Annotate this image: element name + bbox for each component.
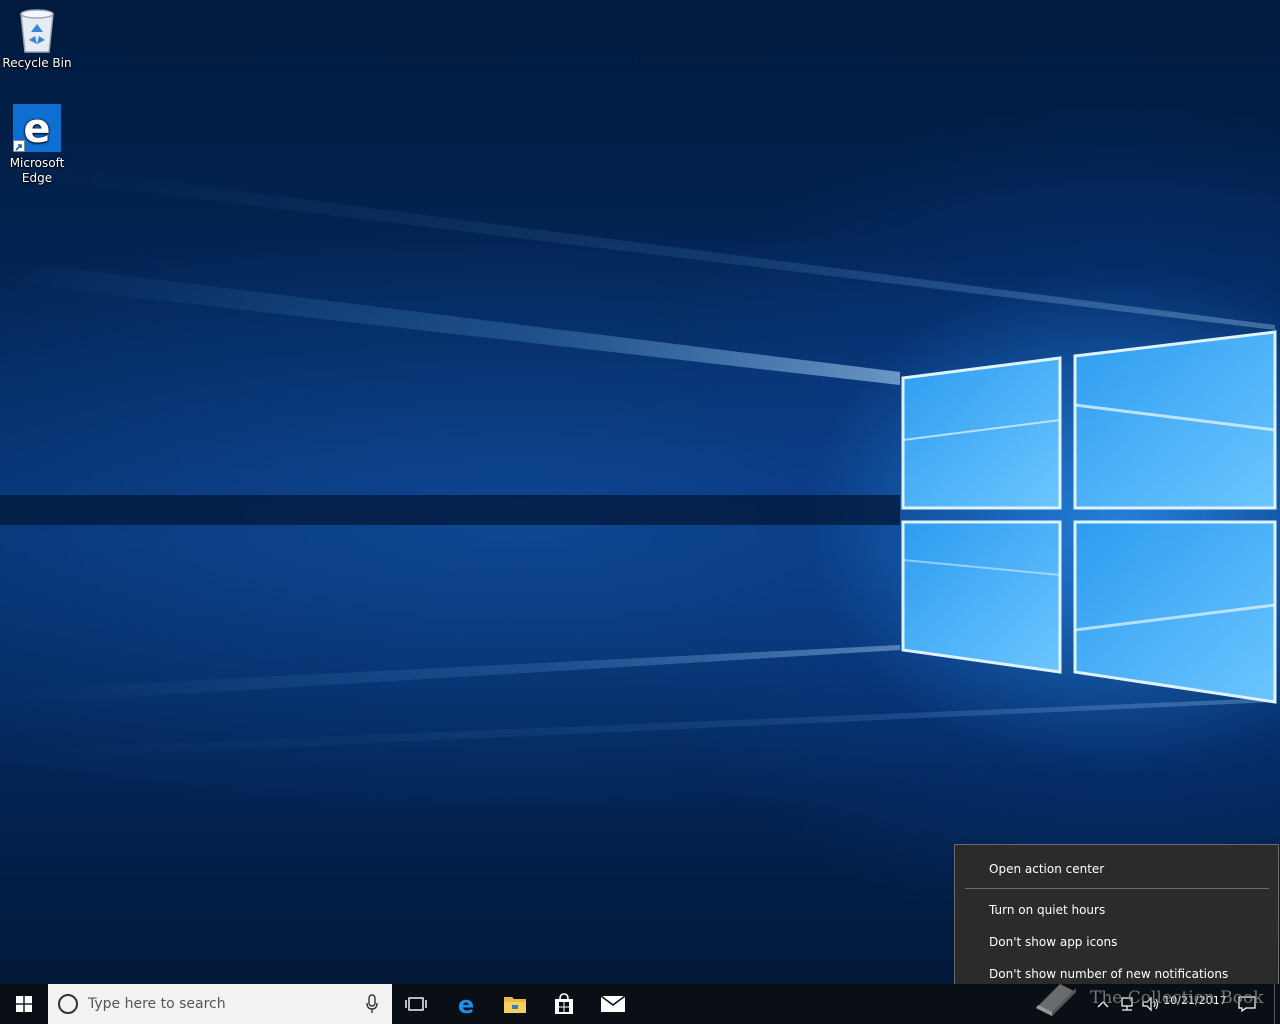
mail-icon (600, 995, 626, 1012)
desktop-icon-recycle-bin[interactable]: Recycle Bin (0, 6, 74, 71)
taskbar-mail-button[interactable] (589, 984, 637, 1024)
desktop-icon-label: Recycle Bin (2, 56, 72, 70)
chevron-up-icon (1097, 1001, 1109, 1008)
windows-logo-light-rays (0, 160, 1277, 760)
volume-icon (1142, 996, 1159, 1012)
notification-context-menu: Open action center Turn on quiet hours D… (954, 844, 1279, 999)
taskbar-clock[interactable]: 10/21/2017 (1160, 984, 1230, 1024)
show-hidden-icons-button[interactable] (1092, 984, 1114, 1024)
start-icon (16, 996, 32, 1012)
taskbar-store-button[interactable] (540, 984, 588, 1024)
desktop-icon-microsoft-edge[interactable]: e Microsoft Edge (0, 104, 74, 186)
taskbar-edge-button[interactable]: e (442, 984, 490, 1024)
recycle-bin-icon (20, 9, 54, 53)
taskbar: e (0, 984, 1280, 1024)
network-icon (1121, 997, 1133, 1011)
taskbar-file-explorer-button[interactable] (491, 984, 539, 1024)
volume-tray-button[interactable] (1140, 984, 1162, 1024)
file-explorer-icon (504, 997, 526, 1013)
show-desktop-button[interactable] (1274, 984, 1280, 1024)
action-center-button[interactable] (1234, 984, 1260, 1024)
task-view-button[interactable] (392, 984, 440, 1024)
clock-date: 10/21/2017 (1163, 994, 1227, 1007)
mic-icon[interactable] (366, 994, 378, 1014)
desktop-wallpaper (0, 0, 1280, 984)
svg-text:e: e (23, 106, 50, 152)
store-icon (555, 993, 573, 1014)
shortcut-arrow-icon (13, 140, 25, 152)
menu-item-hide-app-icons[interactable]: Don't show app icons (955, 927, 1278, 957)
notification-icon (1238, 996, 1256, 1012)
edge-icon: e (13, 104, 61, 152)
svg-text:e: e (458, 992, 474, 1016)
edge-icon: e (458, 992, 474, 1016)
network-tray-button[interactable] (1116, 984, 1138, 1024)
search-input[interactable] (88, 996, 348, 1012)
start-button[interactable] (0, 984, 48, 1024)
search-box[interactable] (48, 984, 392, 1024)
menu-item-open-action-center[interactable]: Open action center (955, 854, 1278, 884)
cortana-icon[interactable] (58, 994, 78, 1014)
task-view-icon (405, 997, 427, 1011)
desktop-icon-label: Microsoft Edge (9, 156, 65, 185)
menu-item-quiet-hours[interactable]: Turn on quiet hours (955, 895, 1278, 925)
menu-separator (965, 888, 1269, 889)
